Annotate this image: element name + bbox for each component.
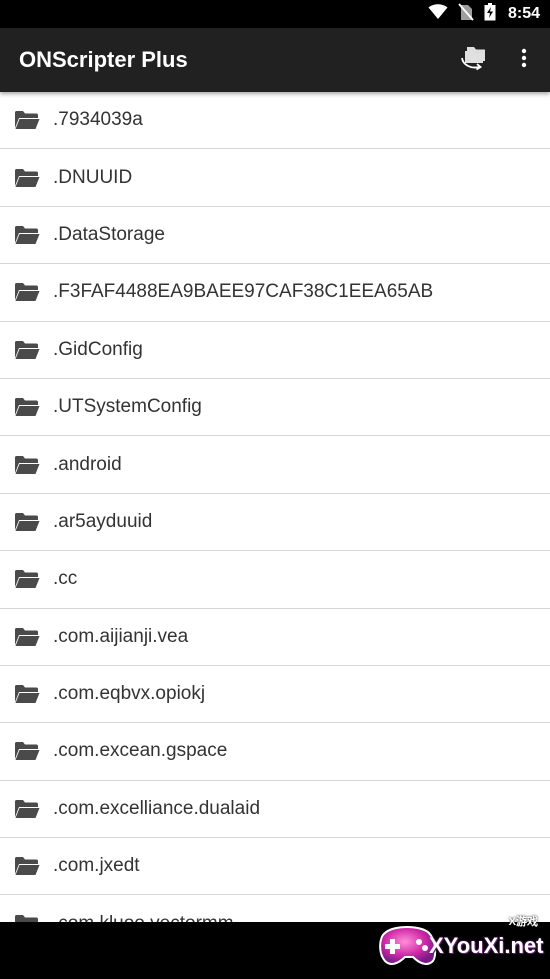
list-item[interactable]: .DNUUID — [0, 149, 550, 207]
file-name: .cc — [53, 568, 78, 590]
status-icons: 8:54 — [428, 0, 540, 28]
list-item[interactable]: .F3FAF4488EA9BAEE97CAF38C1EEA65AB — [0, 264, 550, 322]
watermark-small-text: X游戏 — [508, 916, 538, 928]
list-item[interactable]: .com.aijianji.vea — [0, 609, 550, 666]
folder-icon — [14, 511, 40, 533]
folder-icon — [14, 855, 40, 877]
status-bar: 8:54 — [0, 0, 550, 28]
file-name: .DNUUID — [53, 166, 133, 188]
list-item[interactable]: .android — [0, 436, 550, 494]
gamepad-logo-icon — [379, 926, 437, 965]
list-item[interactable]: .com.excelliance.dualaid — [0, 781, 550, 839]
list-item[interactable]: .ar5ayduuid — [0, 494, 550, 552]
file-name: .DataStorage — [53, 223, 165, 245]
folder-icon — [14, 454, 40, 476]
file-name: .com.kluoo.vectormm — [53, 913, 234, 922]
folder-icon — [14, 798, 40, 820]
switch-storage-icon — [459, 45, 493, 76]
wifi-icon — [428, 3, 448, 25]
list-item[interactable]: .com.jxedt — [0, 838, 550, 896]
folder-icon — [14, 913, 40, 922]
app-title: ONScripter Plus — [19, 47, 188, 72]
toolbar: ONScripter Plus — [0, 28, 550, 92]
folder-icon — [14, 339, 40, 361]
folder-icon — [14, 568, 40, 590]
folder-icon — [14, 626, 40, 648]
file-name: .com.eqbvx.opiokj — [53, 683, 206, 705]
folder-icon — [14, 109, 40, 131]
folder-icon — [14, 683, 40, 705]
file-name: .com.aijianji.vea — [53, 625, 189, 647]
watermark: X游戏 XYouXi.net — [377, 911, 544, 973]
folder-icon — [14, 281, 40, 303]
no-sim-icon — [458, 2, 474, 26]
file-name: .android — [53, 453, 122, 475]
folder-icon — [14, 224, 40, 246]
folder-icon — [14, 740, 40, 762]
file-name: .com.excean.gspace — [53, 740, 228, 762]
file-name: .com.jxedt — [53, 855, 140, 877]
file-name: .7934039a — [53, 109, 143, 131]
file-name: .GidConfig — [53, 338, 143, 360]
list-item[interactable]: .com.eqbvx.opiokj — [0, 666, 550, 724]
file-list[interactable]: .7934039a .DNUUID .DataStorage .F3FAF448… — [0, 92, 550, 922]
list-item[interactable]: .com.excean.gspace — [0, 723, 550, 781]
file-name: .F3FAF4488EA9BAEE97CAF38C1EEA65AB — [53, 281, 434, 303]
list-item[interactable]: .7934039a — [0, 92, 550, 150]
folder-icon — [14, 167, 40, 189]
more-options-button[interactable] — [504, 40, 544, 80]
file-name: .UTSystemConfig — [53, 396, 202, 418]
list-item[interactable]: .cc — [0, 551, 550, 609]
more-vert-icon — [521, 48, 527, 73]
switch-storage-button[interactable] — [456, 40, 496, 80]
file-name: .com.excelliance.dualaid — [53, 797, 261, 819]
status-time: 8:54 — [507, 5, 540, 22]
folder-icon — [14, 396, 40, 418]
battery-charging-icon — [484, 2, 496, 26]
file-name: .ar5ayduuid — [53, 510, 153, 532]
list-item[interactable]: .UTSystemConfig — [0, 379, 550, 437]
watermark-text: XYouXi.net — [429, 933, 544, 958]
list-item[interactable]: .GidConfig — [0, 322, 550, 379]
list-item[interactable]: .DataStorage — [0, 207, 550, 265]
